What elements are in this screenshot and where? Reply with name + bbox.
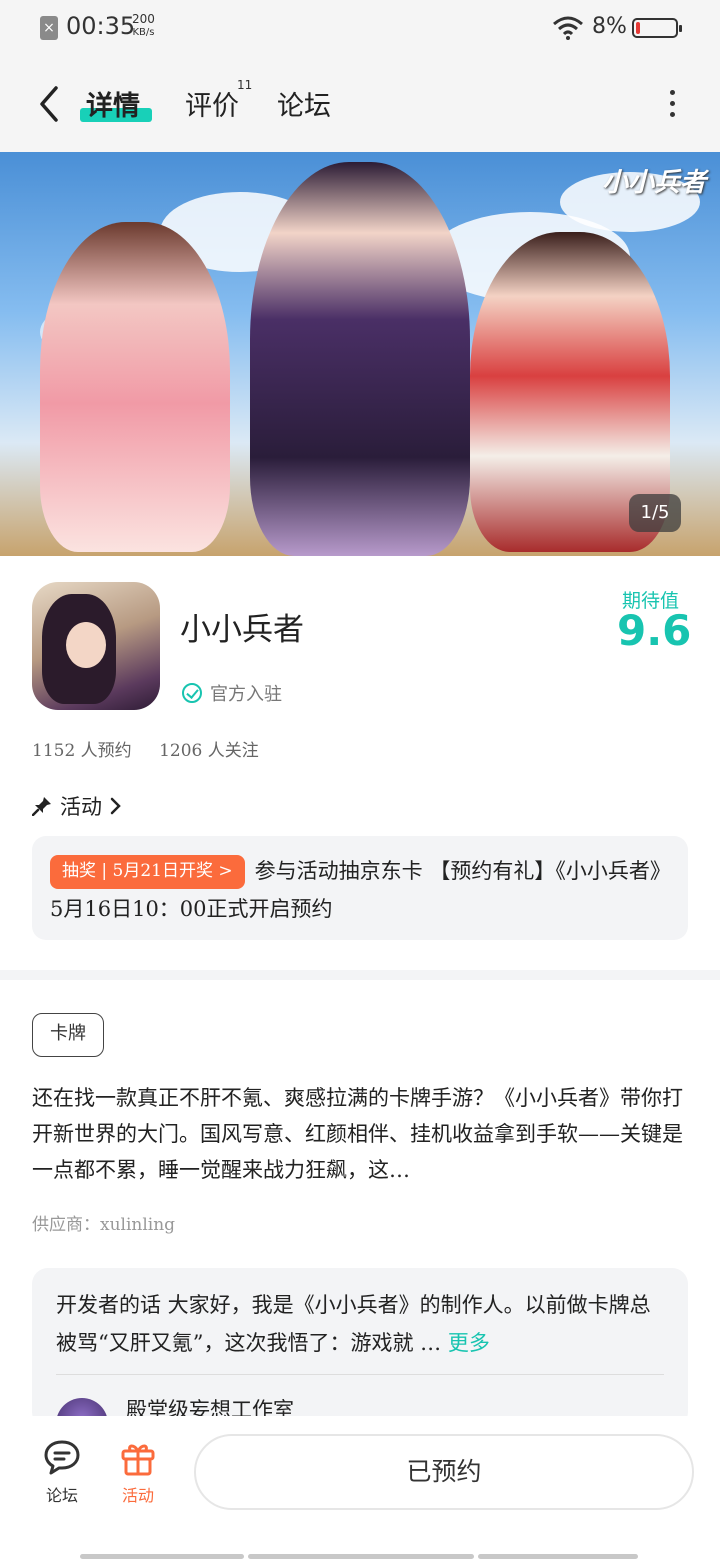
- activity-heading: 活动: [60, 795, 102, 819]
- official-label: 官方入驻: [210, 684, 282, 705]
- gift-icon: [121, 1444, 155, 1476]
- battery-low-icon: [632, 18, 682, 38]
- activity-card[interactable]: 抽奖 | 5月21日开奖 > 参与活动抽京东卡 【预约有礼】《小小兵者》5月16日…: [32, 836, 688, 940]
- game-logo: 小小兵者: [601, 168, 706, 198]
- bottom-forum-label: 论坛: [45, 1486, 78, 1505]
- bottom-activity-label: 活动: [121, 1486, 154, 1505]
- reserved-button[interactable]: 已预约: [194, 1434, 694, 1510]
- forum-chat-icon: [44, 1440, 80, 1475]
- supplier-label: 供应商：xulinling: [32, 1215, 176, 1235]
- game-description[interactable]: 还在找一款真正不肝不氪、爽感拉满的卡牌手游？《小小兵者》带你打开新世界的大门。国…: [32, 1080, 688, 1188]
- developer-divider: [56, 1374, 664, 1375]
- tab-detail[interactable]: 详情: [86, 84, 140, 123]
- expect-score: 9.6: [617, 606, 692, 655]
- reservation-count: 1152 人预约: [32, 741, 132, 761]
- review-count-badge: 11: [237, 78, 253, 92]
- bottom-forum-button[interactable]: 论坛: [32, 1438, 92, 1506]
- developer-card[interactable]: 开发者的话 大家好，我是《小小兵者》的制作人。以前做卡牌总被骂“又肝又氪”，这次…: [32, 1268, 688, 1428]
- network-speed-value: 200: [132, 12, 155, 26]
- genre-tag[interactable]: 卡牌: [32, 1013, 104, 1057]
- app-name: 小小兵者: [180, 612, 304, 648]
- activity-header[interactable]: 活动: [32, 792, 122, 820]
- activity-text-block: 抽奖 | 5月21日开奖 > 参与活动抽京东卡 【预约有礼】《小小兵者》5月16日…: [50, 852, 670, 928]
- sim-off-icon: ×: [40, 16, 58, 40]
- app-stats: 1152 人预约 1206 人关注: [32, 736, 259, 761]
- back-arrow-icon[interactable]: [30, 82, 70, 126]
- top-nav: 详情 评价 11 论坛: [0, 56, 720, 152]
- tab-review[interactable]: 评价: [185, 84, 239, 123]
- nav-indicator-center: [248, 1554, 474, 1559]
- network-speed-unit: KB/s: [132, 27, 155, 38]
- developer-text: 开发者的话 大家好，我是《小小兵者》的制作人。以前做卡牌总被骂“又肝又氪”，这次…: [56, 1293, 651, 1355]
- follow-count: 1206 人关注: [159, 741, 259, 761]
- nav-indicator-right: [478, 1554, 638, 1559]
- check-circle-icon: [182, 683, 202, 703]
- banner-carousel[interactable]: 小小兵者 1/5: [0, 152, 720, 556]
- official-badge: 官方入驻: [182, 680, 282, 706]
- network-speed: 200 KB/s: [132, 12, 155, 40]
- bottom-activity-button[interactable]: 活动: [108, 1438, 168, 1506]
- developer-text-block: 开发者的话 大家好，我是《小小兵者》的制作人。以前做卡牌总被骂“又肝又氪”，这次…: [56, 1286, 664, 1362]
- developer-more-link[interactable]: 更多: [448, 1331, 490, 1355]
- more-options-icon[interactable]: [660, 86, 684, 122]
- status-time: 00:35: [66, 12, 136, 40]
- section-divider: [0, 970, 720, 980]
- pin-icon: [32, 797, 51, 816]
- banner-page-counter: 1/5: [629, 494, 681, 532]
- chevron-right-icon: [110, 797, 121, 815]
- bottom-action-bar: 论坛 活动 已预约: [0, 1416, 720, 1560]
- tab-forum[interactable]: 论坛: [277, 84, 331, 123]
- app-icon: [32, 582, 160, 710]
- status-bar: × 00:35 200 KB/s 8%: [0, 0, 720, 56]
- lottery-badge: 抽奖 | 5月21日开奖 >: [50, 855, 245, 889]
- battery-percent: 8%: [592, 14, 627, 39]
- wifi-icon: [553, 16, 583, 40]
- nav-indicator-left: [80, 1554, 244, 1559]
